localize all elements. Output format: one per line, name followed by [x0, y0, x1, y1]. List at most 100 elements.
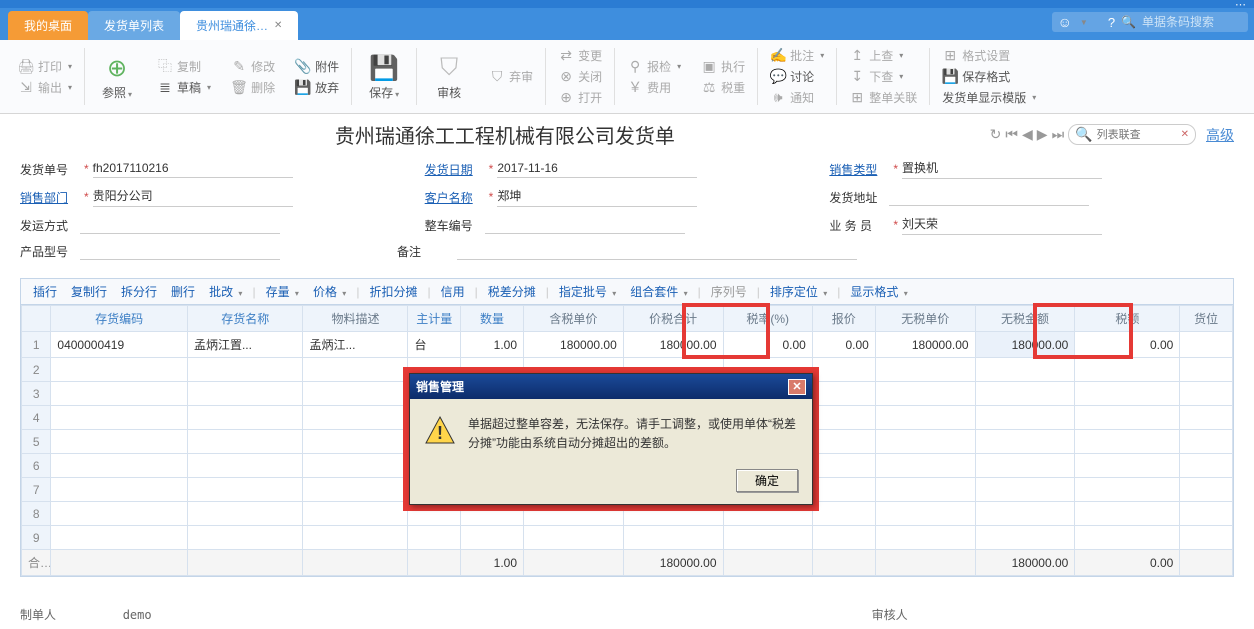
first-icon[interactable]: ⏮ — [1005, 126, 1018, 143]
col-namount[interactable]: 无税金额 — [975, 306, 1075, 332]
abandon-button[interactable]: 💾放弃 — [291, 77, 343, 98]
recheck-button[interactable]: ⚲报检▾ — [623, 56, 685, 77]
notify-button[interactable]: 🕪通知 — [766, 87, 828, 108]
save-fmt-icon: 💾 — [942, 69, 958, 85]
change-button[interactable]: ⇄变更 — [554, 45, 606, 66]
delete-row-button[interactable]: 删行 — [167, 283, 199, 300]
taxweight-button[interactable]: ⚖税重 — [697, 77, 749, 98]
format-button[interactable]: ⊞格式设置 — [938, 45, 1040, 66]
value-saletype[interactable]: 置换机 — [902, 159, 1102, 179]
combo-button[interactable]: 组合套件 ▾ — [626, 283, 691, 300]
down-query-button[interactable]: ↧下查▾ — [845, 66, 921, 87]
col-loc[interactable]: 货位 — [1180, 306, 1233, 332]
stock-button[interactable]: 存量 ▾ — [262, 283, 303, 300]
modify-button[interactable]: ✎修改 — [227, 56, 279, 77]
col-main[interactable]: 主计量 — [408, 306, 461, 332]
output-button[interactable]: ⇲输出▾ — [14, 77, 76, 98]
total-row: 合计 1.00 180000.00 180000.00 0.00 — [22, 550, 1233, 576]
col-nprice[interactable]: 无税单价 — [875, 306, 975, 332]
dialog-close-button[interactable]: ✕ — [788, 379, 806, 395]
copy-row-button[interactable]: 复制行 — [67, 283, 111, 300]
run-icon: ▣ — [701, 58, 717, 74]
cost-button[interactable]: ￥费用 — [623, 77, 685, 98]
save-button[interactable]: 💾 保存▾ — [360, 48, 408, 105]
attach-button[interactable]: 📎附件 — [291, 56, 343, 77]
value-customer[interactable]: 郑坤 — [497, 187, 697, 207]
label-salesman: 业 务 员 — [829, 217, 889, 234]
display-tpl-button[interactable]: 发货单显示模版▾ — [938, 87, 1040, 108]
split-row-button[interactable]: 拆分行 — [117, 283, 161, 300]
tab-current-label: 贵州瑞通徐… — [196, 17, 268, 34]
col-tax[interactable]: 税额 — [1075, 306, 1180, 332]
value-vehno[interactable] — [485, 217, 685, 234]
batch-change-button[interactable]: 批改 ▾ — [205, 283, 246, 300]
label-saletype[interactable]: 销售类型 — [829, 161, 889, 178]
label-shipway: 发运方式 — [20, 217, 80, 234]
price-button[interactable]: 价格 ▾ — [309, 283, 350, 300]
related-button[interactable]: ⊞整单关联 — [845, 87, 921, 108]
audit-button[interactable]: ⛉ 审核 — [425, 48, 473, 105]
delete-button[interactable]: 🗑删除 — [227, 77, 279, 98]
table-row[interactable]: 9 — [22, 526, 1233, 550]
smile-icon[interactable]: ☺ — [1058, 14, 1072, 30]
col-qty[interactable]: 数量 — [460, 306, 523, 332]
taxsplit-button[interactable]: 税差分摊 — [484, 283, 540, 300]
tab-desktop[interactable]: 我的桌面 — [8, 11, 88, 40]
col-mat[interactable]: 物料描述 — [303, 306, 408, 332]
col-name[interactable]: 存货名称 — [187, 306, 303, 332]
insert-row-button[interactable]: 插行 — [29, 283, 61, 300]
value-shipway[interactable] — [80, 217, 280, 234]
value-shipaddr[interactable] — [889, 189, 1089, 206]
clear-icon[interactable]: ✕ — [1181, 129, 1189, 140]
close-icon[interactable]: ✕ — [274, 20, 282, 31]
exec-button[interactable]: ▣执行 — [697, 56, 749, 77]
col-tprice[interactable]: 含税单价 — [524, 306, 624, 332]
tab-shiplist[interactable]: 发货单列表 — [88, 11, 180, 40]
discuss-button[interactable]: 💬讨论 — [766, 66, 828, 87]
col-ttotal[interactable]: 价税合计 — [623, 306, 723, 332]
dialog-title: 销售管理 — [416, 378, 464, 395]
chevron-down-icon[interactable]: ▼ — [1080, 18, 1088, 27]
value-date[interactable]: 2017-11-16 — [497, 161, 697, 178]
next-icon[interactable]: ▶ — [1037, 126, 1048, 143]
dispfmt-button[interactable]: 显示格式 ▾ — [846, 283, 911, 300]
value-remark[interactable] — [457, 243, 857, 260]
help-icon[interactable]: ? — [1108, 15, 1115, 30]
up-query-button[interactable]: ↥上查▾ — [845, 45, 921, 66]
value-dept[interactable]: 贵阳分公司 — [93, 187, 293, 207]
assign-batch-button[interactable]: 指定批号 ▾ — [555, 283, 620, 300]
list-search: 🔍 ✕ — [1068, 124, 1196, 145]
copy-button[interactable]: ⿻复制 — [153, 56, 215, 77]
col-code[interactable]: 存货编码 — [51, 306, 188, 332]
col-rate[interactable]: 税率(%) — [723, 306, 812, 332]
balance-icon: ⚖ — [701, 79, 717, 95]
label-date[interactable]: 发货日期 — [425, 161, 485, 178]
barcode-search-input[interactable] — [1142, 15, 1242, 29]
reference-button[interactable]: ⊕ 参照▾ — [93, 48, 141, 105]
value-model[interactable] — [80, 243, 280, 260]
col-rprice[interactable]: 报价 — [812, 306, 875, 332]
last-icon[interactable]: ⏭ — [1052, 126, 1065, 143]
print-button[interactable]: 🖨打印▾ — [14, 56, 76, 77]
close-button[interactable]: ⊗关闭 — [554, 66, 606, 87]
unaudit-button[interactable]: ⛉弃审 — [485, 66, 537, 87]
list-search-input[interactable] — [1097, 129, 1177, 141]
discount-button[interactable]: 折扣分摊 — [365, 283, 421, 300]
ok-button[interactable]: 确定 — [736, 469, 798, 492]
credit-button[interactable]: 信用 — [437, 283, 469, 300]
open-button[interactable]: ⊕打开 — [554, 87, 606, 108]
label-customer[interactable]: 客户名称 — [425, 189, 485, 206]
refresh-icon[interactable]: ↻ — [990, 126, 1002, 143]
draft-button[interactable]: ≣草稿▾ — [153, 77, 215, 98]
savefmt-button[interactable]: 💾保存格式 — [938, 66, 1040, 87]
label-dept[interactable]: 销售部门 — [20, 189, 80, 206]
prev-icon[interactable]: ◀ — [1022, 126, 1033, 143]
value-docno[interactable]: fh2017110216 — [93, 161, 293, 178]
tab-current[interactable]: 贵州瑞通徐… ✕ — [180, 11, 298, 40]
advanced-link[interactable]: 高级 — [1206, 125, 1234, 145]
value-salesman[interactable]: 刘天荣 — [902, 215, 1102, 235]
serial-button[interactable]: 序列号 — [707, 283, 751, 300]
table-row[interactable]: 1 0400000419 孟炳江置... 孟炳江... 台 1.00 18000… — [22, 332, 1233, 358]
sort-button[interactable]: 排序定位 ▾ — [766, 283, 831, 300]
annotate-button[interactable]: ✍批注▾ — [766, 45, 828, 66]
